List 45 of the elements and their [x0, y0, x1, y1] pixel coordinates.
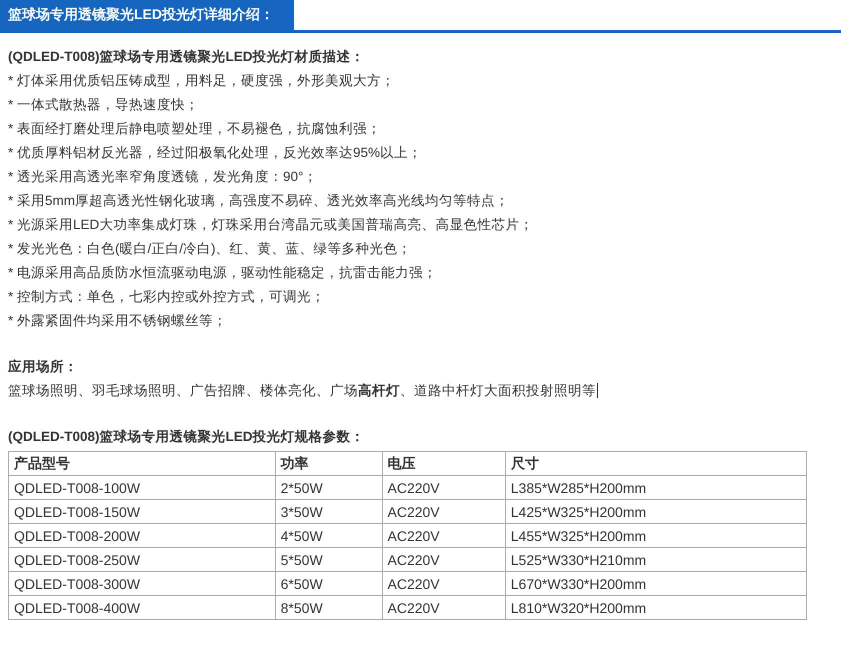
- text-cursor-icon: [597, 383, 598, 398]
- table-cell: 3*50W: [275, 500, 382, 524]
- table-cell: 4*50W: [275, 524, 382, 548]
- usage-text: 篮球场照明、羽毛球场照明、广告招牌、楼体亮化、广场高杆灯、道路中杆灯大面积投射照明等: [8, 383, 596, 398]
- table-cell: L525*W330*H210mm: [505, 548, 806, 572]
- feature-item: * 外露紧固件均采用不锈钢螺丝等；: [8, 312, 228, 330]
- table-cell: 6*50W: [275, 572, 382, 596]
- table-cell: AC220V: [382, 476, 506, 500]
- feature-item: * 表面经打磨处理后静电喷塑处理，不易褪色，抗腐蚀利强；: [8, 120, 382, 138]
- feature-item: * 发光光色：白色(暖白/正白/冷白)、红、黄、蓝、绿等多种光色；: [8, 240, 412, 258]
- feature-item: * 优质厚料铝材反光器，经过阳极氧化处理，反光效率达95%以上；: [8, 144, 424, 162]
- table-cell: QDLED-T008-150W: [8, 500, 276, 524]
- section-heading: (QDLED-T008)篮球场专用透镜聚光LED投光灯材质描述：: [8, 48, 366, 66]
- table-cell: 5*50W: [275, 548, 382, 572]
- feature-item: * 一体式散热器，导热速度快；: [8, 96, 200, 114]
- table-cell: L385*W285*H200mm: [505, 476, 806, 500]
- table-cell: AC220V: [382, 524, 506, 548]
- table-cell: AC220V: [382, 548, 506, 572]
- column-header: 电压: [382, 452, 506, 476]
- table-cell: QDLED-T008-250W: [8, 548, 276, 572]
- section-heading: 应用场所：: [8, 358, 79, 376]
- table-cell: QDLED-T008-200W: [8, 524, 276, 548]
- table-cell: QDLED-T008-300W: [8, 572, 276, 596]
- feature-item: * 灯体采用优质铝压铸成型，用料足，硬度强，外形美观大方；: [8, 72, 396, 90]
- table-cell: L425*W325*H200mm: [505, 500, 806, 524]
- table-cell: 2*50W: [275, 476, 382, 500]
- feature-item: * 光源采用LED大功率集成灯珠，灯珠采用台湾晶元或美国普瑞高亮、高显色性芯片；: [8, 216, 534, 234]
- table-cell: QDLED-T008-400W: [8, 596, 276, 620]
- feature-item: * 透光采用高透光率窄角度透镜，发光角度：90°；: [8, 168, 318, 186]
- table-cell: L455*W325*H200mm: [505, 524, 806, 548]
- column-header: 功率: [275, 452, 382, 476]
- feature-item: * 采用5mm厚超高透光性钢化玻璃，高强度不易碎、透光效率高光线均匀等特点；: [8, 192, 510, 210]
- table-cell: QDLED-T008-100W: [8, 476, 276, 500]
- column-header: 产品型号: [8, 452, 276, 476]
- table-cell: AC220V: [382, 572, 506, 596]
- table-cell: 8*50W: [275, 596, 382, 620]
- section-heading: (QDLED-T008)篮球场专用透镜聚光LED投光灯规格参数：: [8, 428, 366, 446]
- table-cell: AC220V: [382, 596, 506, 620]
- table-cell: L670*W330*H200mm: [505, 572, 806, 596]
- column-header: 尺寸: [505, 452, 806, 476]
- feature-item: * 电源采用高品质防水恒流驱动电源，驱动性能稳定，抗雷击能力强；: [8, 264, 438, 282]
- section-tab[interactable]: 篮球场专用透镜聚光LED投光灯详细介绍：: [0, 0, 294, 30]
- table-cell: AC220V: [382, 500, 506, 524]
- table-cell: L810*W320*H200mm: [505, 596, 806, 620]
- feature-item: * 控制方式：单色，七彩内控或外控方式，可调光；: [8, 288, 326, 306]
